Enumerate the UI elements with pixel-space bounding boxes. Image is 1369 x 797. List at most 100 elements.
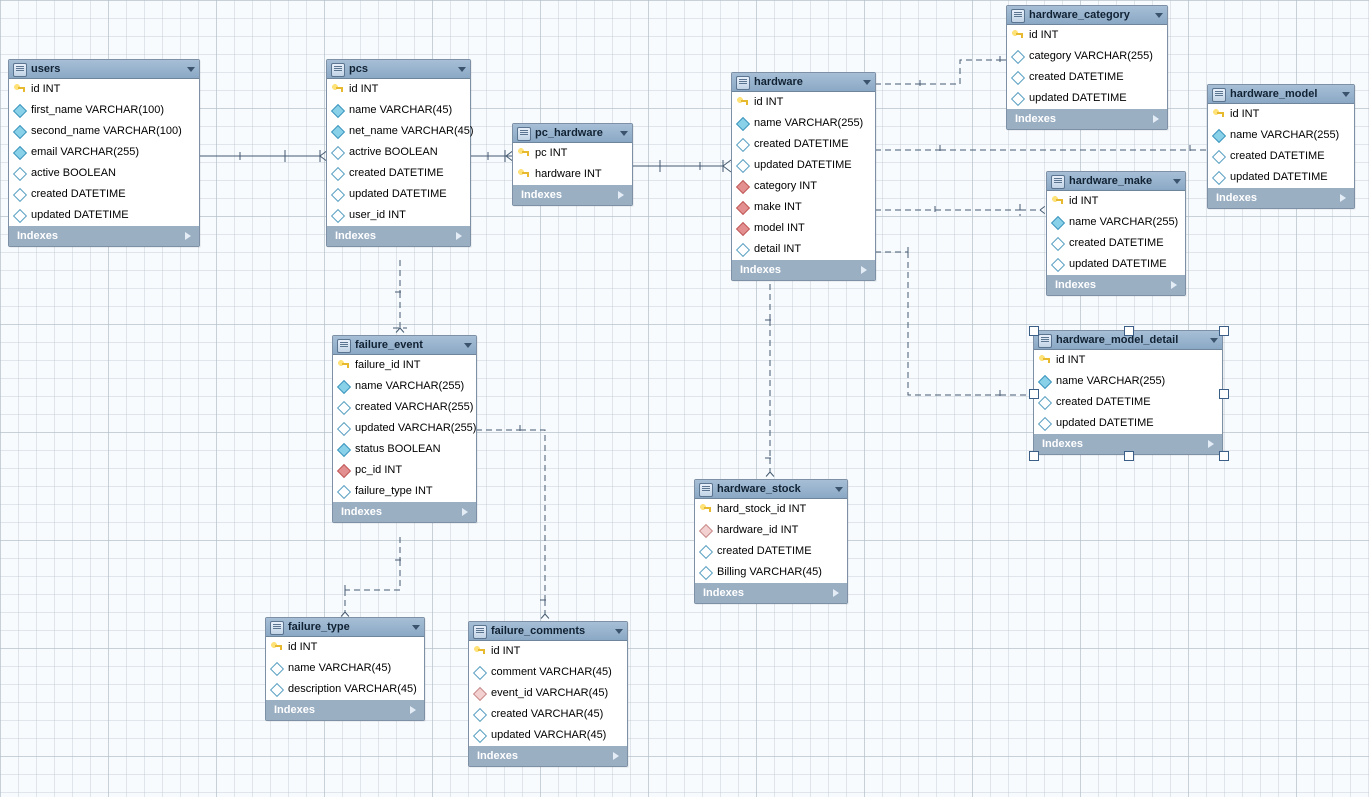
entity-header[interactable]: hardware_model xyxy=(1208,85,1354,104)
chevron-down-icon[interactable] xyxy=(412,625,420,630)
entity-header[interactable]: hardware xyxy=(732,73,875,92)
entity-users[interactable]: usersid INTfirst_name VARCHAR(100)second… xyxy=(8,59,200,247)
column-row[interactable]: created DATETIME xyxy=(1034,392,1222,413)
column-row[interactable]: name VARCHAR(255) xyxy=(732,113,875,134)
indexes-section[interactable]: Indexes xyxy=(695,583,847,603)
column-row[interactable]: updated DATETIME xyxy=(1047,254,1185,275)
column-row[interactable]: hardware_id INT xyxy=(695,520,847,541)
chevron-right-icon[interactable] xyxy=(1208,440,1214,448)
chevron-down-icon[interactable] xyxy=(458,67,466,72)
column-row[interactable]: name VARCHAR(255) xyxy=(1208,125,1354,146)
chevron-right-icon[interactable] xyxy=(618,191,624,199)
relation-line[interactable] xyxy=(198,150,328,162)
column-row[interactable]: category INT xyxy=(732,176,875,197)
entity-hardware_stock[interactable]: hardware_stockhard_stock_id INThardware_… xyxy=(694,479,848,604)
chevron-down-icon[interactable] xyxy=(615,629,623,634)
indexes-section[interactable]: Indexes xyxy=(513,185,632,205)
column-row[interactable]: created DATETIME xyxy=(1208,146,1354,167)
column-row[interactable]: updated DATETIME xyxy=(9,205,199,226)
column-row[interactable]: status BOOLEAN xyxy=(333,439,476,460)
resize-handle[interactable] xyxy=(1124,451,1134,461)
column-row[interactable]: actrive BOOLEAN xyxy=(327,142,470,163)
chevron-down-icon[interactable] xyxy=(187,67,195,72)
column-row[interactable]: name VARCHAR(255) xyxy=(1034,371,1222,392)
chevron-down-icon[interactable] xyxy=(1342,92,1350,97)
indexes-section[interactable]: Indexes xyxy=(333,502,476,522)
entity-header[interactable]: hardware_stock xyxy=(695,480,847,499)
relation-line[interactable] xyxy=(875,247,1030,400)
chevron-right-icon[interactable] xyxy=(613,752,619,760)
chevron-right-icon[interactable] xyxy=(833,589,839,597)
column-row[interactable]: make INT xyxy=(732,197,875,218)
entity-pcs[interactable]: pcsid INTname VARCHAR(45)net_name VARCHA… xyxy=(326,59,471,247)
entity-header[interactable]: users xyxy=(9,60,199,79)
column-row[interactable]: updated DATETIME xyxy=(1034,413,1222,434)
entity-header[interactable]: pc_hardware xyxy=(513,124,632,143)
column-row[interactable]: name VARCHAR(255) xyxy=(333,376,476,397)
column-row[interactable]: model INT xyxy=(732,218,875,239)
chevron-right-icon[interactable] xyxy=(1153,115,1159,123)
relation-line[interactable] xyxy=(875,145,1207,155)
resize-handle[interactable] xyxy=(1219,389,1229,399)
column-row[interactable]: created DATETIME xyxy=(327,163,470,184)
column-row[interactable]: net_name VARCHAR(45) xyxy=(327,121,470,142)
entity-header[interactable]: hardware_category xyxy=(1007,6,1167,25)
column-row[interactable]: id INT xyxy=(1034,350,1222,371)
column-row[interactable]: Billing VARCHAR(45) xyxy=(695,562,847,583)
entity-hardware_category[interactable]: hardware_categoryid INTcategory VARCHAR(… xyxy=(1006,5,1168,130)
column-row[interactable]: comment VARCHAR(45) xyxy=(469,662,627,683)
resize-handle[interactable] xyxy=(1029,451,1039,461)
column-row[interactable]: email VARCHAR(255) xyxy=(9,142,199,163)
column-row[interactable]: active BOOLEAN xyxy=(9,163,199,184)
column-row[interactable]: updated DATETIME xyxy=(1208,167,1354,188)
column-row[interactable]: created DATETIME xyxy=(732,134,875,155)
chevron-down-icon[interactable] xyxy=(1210,338,1218,343)
entity-hardware_model[interactable]: hardware_modelid INTname VARCHAR(255)cre… xyxy=(1207,84,1355,209)
relation-line[interactable] xyxy=(632,160,731,172)
indexes-section[interactable]: Indexes xyxy=(327,226,470,246)
relation-line[interactable] xyxy=(393,260,407,336)
chevron-down-icon[interactable] xyxy=(464,343,472,348)
indexes-section[interactable]: Indexes xyxy=(1007,109,1167,129)
chevron-down-icon[interactable] xyxy=(620,131,628,136)
chevron-down-icon[interactable] xyxy=(1155,13,1163,18)
column-row[interactable]: description VARCHAR(45) xyxy=(266,679,424,700)
column-row[interactable]: name VARCHAR(255) xyxy=(1047,212,1185,233)
column-row[interactable]: pc_id INT xyxy=(333,460,476,481)
relation-line[interactable] xyxy=(875,204,1048,216)
column-row[interactable]: second_name VARCHAR(100) xyxy=(9,121,199,142)
column-row[interactable]: id INT xyxy=(469,641,627,662)
column-row[interactable]: category VARCHAR(255) xyxy=(1007,46,1167,67)
column-row[interactable]: created VARCHAR(255) xyxy=(333,397,476,418)
column-row[interactable]: updated DATETIME xyxy=(327,184,470,205)
column-row[interactable]: id INT xyxy=(266,637,424,658)
entity-hardware_model_detail[interactable]: hardware_model_detailid INTname VARCHAR(… xyxy=(1033,330,1223,455)
indexes-section[interactable]: Indexes xyxy=(266,700,424,720)
entity-hardware_make[interactable]: hardware_makeid INTname VARCHAR(255)crea… xyxy=(1046,171,1186,296)
resize-handle[interactable] xyxy=(1029,389,1039,399)
chevron-right-icon[interactable] xyxy=(1171,281,1177,289)
resize-handle[interactable] xyxy=(1124,326,1134,336)
column-row[interactable]: failure_id INT xyxy=(333,355,476,376)
entity-header[interactable]: hardware_make xyxy=(1047,172,1185,191)
column-row[interactable]: created DATETIME xyxy=(1007,67,1167,88)
column-row[interactable]: name VARCHAR(45) xyxy=(266,658,424,679)
chevron-right-icon[interactable] xyxy=(456,232,462,240)
entity-header[interactable]: pcs xyxy=(327,60,470,79)
entity-header[interactable]: failure_comments xyxy=(469,622,627,641)
column-row[interactable]: name VARCHAR(45) xyxy=(327,100,470,121)
relation-line[interactable] xyxy=(476,425,552,622)
relation-line[interactable] xyxy=(470,150,514,162)
column-row[interactable]: id INT xyxy=(1208,104,1354,125)
chevron-right-icon[interactable] xyxy=(185,232,191,240)
chevron-right-icon[interactable] xyxy=(462,508,468,516)
column-row[interactable]: event_id VARCHAR(45) xyxy=(469,683,627,704)
resize-handle[interactable] xyxy=(1219,326,1229,336)
column-row[interactable]: updated DATETIME xyxy=(1007,88,1167,109)
column-row[interactable]: id INT xyxy=(732,92,875,113)
chevron-down-icon[interactable] xyxy=(835,487,843,492)
relation-line[interactable] xyxy=(875,56,1006,88)
column-row[interactable]: id INT xyxy=(1047,191,1185,212)
column-row[interactable]: hardware INT xyxy=(513,164,632,185)
chevron-right-icon[interactable] xyxy=(861,266,867,274)
